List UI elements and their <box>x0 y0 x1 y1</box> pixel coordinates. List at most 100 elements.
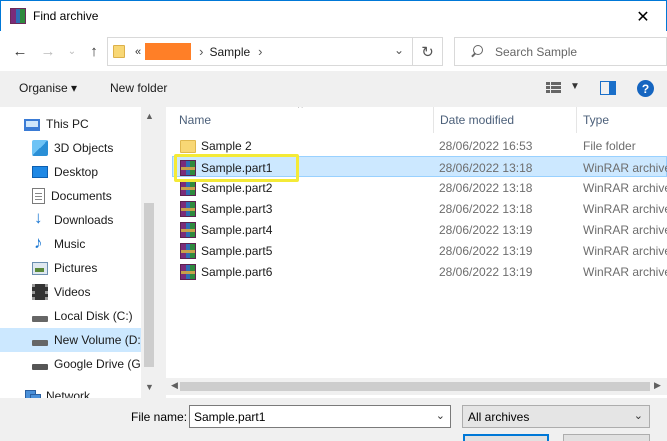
column-header-date-modified[interactable]: Date modified <box>433 107 576 133</box>
view-options-icon[interactable] <box>546 82 562 94</box>
file-row-folder[interactable]: Sample 2 28/06/2022 16:53 File folder <box>172 135 667 156</box>
file-row[interactable]: Sample.part3 28/06/2022 13:18 WinRAR arc… <box>172 198 667 219</box>
search-box[interactable] <box>454 37 667 66</box>
back-button[interactable]: ← <box>10 41 30 61</box>
address-dropdown-icon[interactable]: ⌄ <box>394 43 404 57</box>
command-bar: Organise ▾ New folder ▼ ? <box>0 71 667 107</box>
column-header-name[interactable]: Name <box>172 107 433 133</box>
file-type-filter-select[interactable]: All archives ⌄ <box>462 405 650 428</box>
file-list-horizontal-scrollbar[interactable]: ◀ ▶ <box>166 378 667 395</box>
winrar-archive-icon <box>180 242 196 259</box>
dialog-footer: File name: ⌄ All archives ⌄ <box>0 398 667 441</box>
nav-item-this-pc[interactable]: This PC <box>0 112 141 136</box>
cancel-button[interactable] <box>563 434 650 441</box>
file-type: WinRAR archive <box>583 243 667 258</box>
file-row[interactable]: Sample.part5 28/06/2022 13:19 WinRAR arc… <box>172 240 667 261</box>
nav-item-label: Documents <box>51 189 112 203</box>
file-date: 28/06/2022 13:19 <box>439 222 533 237</box>
nav-item-music[interactable]: Music <box>0 232 141 256</box>
downloads-icon <box>32 208 48 228</box>
file-name-cell: Sample 2 <box>180 135 252 156</box>
winrar-archive-icon <box>180 263 196 280</box>
organise-button[interactable]: Organise ▾ <box>19 81 77 95</box>
nav-item-label: This PC <box>46 117 89 131</box>
file-name-input[interactable] <box>194 409 424 424</box>
column-header-type[interactable]: Type <box>576 107 667 133</box>
folder-icon <box>180 139 196 153</box>
file-date: 28/06/2022 13:18 <box>439 160 533 175</box>
nav-item-label: Desktop <box>54 165 99 179</box>
nav-item-label: Videos <box>54 285 91 299</box>
nav-item-new-volume-d[interactable]: New Volume (D: <box>0 328 141 352</box>
nav-item-3d-objects[interactable]: 3D Objects <box>0 136 141 160</box>
nav-item-label: Downloads <box>54 213 114 227</box>
annotation-highlight-box <box>174 154 299 182</box>
navigation-bar: ← → ⌄ ↑ « › Sample › ⌄ ↻ <box>0 31 667 71</box>
navigation-pane: This PC 3D Objects Desktop Documents Dow… <box>0 107 157 398</box>
file-name: Sample 2 <box>201 138 252 153</box>
drive-icon <box>32 364 48 370</box>
scroll-left-arrow-icon[interactable]: ◀ <box>171 380 178 391</box>
nav-item-network[interactable]: Network <box>0 384 141 398</box>
preview-pane-icon[interactable] <box>600 81 616 95</box>
nav-item-label: 3D Objects <box>54 141 114 155</box>
file-date: 28/06/2022 13:19 <box>439 264 533 279</box>
file-type: File folder <box>583 138 636 153</box>
documents-icon <box>32 188 45 204</box>
videos-icon <box>32 284 48 300</box>
file-name-cell: Sample.part4 <box>180 219 272 240</box>
window-title: Find archive <box>33 9 99 23</box>
file-name-cell: Sample.part3 <box>180 198 272 219</box>
file-row[interactable]: Sample.part6 28/06/2022 13:19 WinRAR arc… <box>172 261 667 282</box>
nav-item-desktop[interactable]: Desktop <box>0 160 141 184</box>
network-icon <box>24 388 41 398</box>
file-type: WinRAR archive <box>583 264 667 279</box>
chevron-down-icon[interactable]: ⌄ <box>436 409 445 422</box>
view-dropdown-icon[interactable]: ▼ <box>570 81 580 92</box>
breadcrumb-sample[interactable]: Sample <box>209 45 250 59</box>
nav-item-downloads[interactable]: Downloads <box>0 208 141 232</box>
close-window-button[interactable]: ✕ <box>620 1 666 32</box>
winrar-archive-icon <box>180 221 196 238</box>
scroll-right-arrow-icon[interactable]: ▶ <box>654 380 661 391</box>
address-bar[interactable]: « › Sample › ⌄ ↻ <box>107 37 443 66</box>
nav-item-label: Music <box>54 237 86 251</box>
file-date: 28/06/2022 13:18 <box>439 201 533 216</box>
file-type-filter-value: All archives <box>468 409 530 424</box>
address-overflow[interactable]: « <box>135 46 141 58</box>
file-name-combobox[interactable]: ⌄ <box>189 405 451 428</box>
scroll-down-arrow-icon[interactable]: ▼ <box>145 382 154 392</box>
file-date: 28/06/2022 13:18 <box>439 180 533 195</box>
desktop-icon <box>32 166 48 178</box>
forward-button[interactable]: → <box>38 41 58 61</box>
breadcrumb-chevron-icon[interactable]: › <box>199 44 203 59</box>
nav-item-videos[interactable]: Videos <box>0 280 141 304</box>
file-row[interactable]: Sample.part4 28/06/2022 13:19 WinRAR arc… <box>172 219 667 240</box>
nav-item-local-disk-c[interactable]: Local Disk (C:) <box>0 304 141 328</box>
file-date: 28/06/2022 16:53 <box>439 138 533 153</box>
search-input[interactable] <box>495 44 655 59</box>
scrollbar-thumb[interactable] <box>144 203 154 367</box>
nav-pane-scrollbar[interactable]: ▲ ▼ <box>141 107 157 398</box>
scroll-up-arrow-icon[interactable]: ▲ <box>145 111 154 121</box>
disk-icon <box>32 340 48 346</box>
nav-item-pictures[interactable]: Pictures <box>0 256 141 280</box>
refresh-button[interactable]: ↻ <box>412 38 442 65</box>
scrollbar-thumb[interactable] <box>180 382 650 391</box>
file-name: Sample.part3 <box>201 201 273 216</box>
help-icon[interactable]: ? <box>637 80 654 97</box>
nav-item-label: Local Disk (C:) <box>54 309 133 323</box>
file-name-label: File name: <box>131 410 188 424</box>
new-folder-button[interactable]: New folder <box>110 81 167 95</box>
disk-icon <box>32 316 48 322</box>
open-button[interactable] <box>463 434 549 441</box>
nav-item-google-drive-g[interactable]: Google Drive (G: <box>0 352 141 376</box>
nav-item-documents[interactable]: Documents <box>0 184 141 208</box>
file-type: WinRAR archive <box>583 160 667 175</box>
chevron-down-icon[interactable]: ⌄ <box>634 409 643 422</box>
pictures-icon <box>32 261 48 275</box>
recent-locations-button[interactable]: ⌄ <box>62 41 82 61</box>
breadcrumb-chevron-icon[interactable]: › <box>258 44 262 59</box>
up-button[interactable]: ↑ <box>84 41 104 61</box>
search-icon <box>469 44 485 60</box>
